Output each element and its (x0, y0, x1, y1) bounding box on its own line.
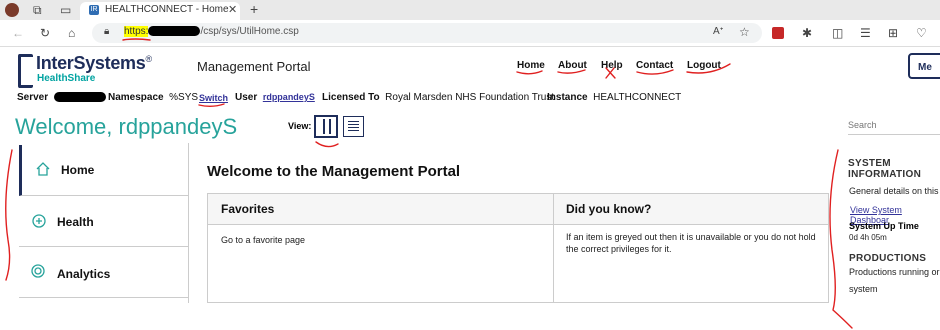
switch-link-wrap: Switch (199, 93, 228, 104)
extension-icon[interactable] (772, 27, 784, 39)
nav-help[interactable]: Help (601, 60, 623, 71)
search-input[interactable]: Search (848, 120, 940, 135)
productions-desc-2: system (849, 284, 878, 294)
analytics-icon (31, 264, 45, 278)
user-label: User (235, 92, 258, 103)
panel-divider (553, 194, 554, 303)
favorites-header: Favorites (221, 202, 275, 216)
view-columns-button[interactable] (314, 115, 338, 138)
home-icon (36, 162, 50, 176)
namespace-value: %SYS (169, 92, 199, 103)
url-scheme: https: (124, 26, 149, 37)
nav-contact[interactable]: Contact (636, 60, 673, 71)
tab-title: HEALTHCONNECT - Home (105, 4, 229, 15)
columns-icon-bar (329, 119, 331, 134)
leftnav-label-analytics: Analytics (57, 267, 111, 281)
collections-icon[interactable]: ⊞ (888, 26, 898, 40)
nav-about[interactable]: About (558, 60, 587, 71)
nav-logout[interactable]: Logout (687, 60, 721, 71)
switch-namespace-link[interactable]: Switch (199, 93, 228, 103)
back-icon[interactable]: ← (12, 26, 24, 40)
favorites-text: Go to a favorite page (221, 235, 306, 245)
home-icon[interactable]: ⌂ (68, 26, 75, 40)
view-label: View: (288, 121, 312, 131)
list-icon (348, 121, 359, 122)
columns-icon (323, 119, 325, 134)
workspaces-icon[interactable]: ⧉ (33, 3, 42, 18)
intersystems-logo-mark (18, 54, 33, 88)
main-title: Welcome to the Management Portal (207, 163, 461, 180)
close-tab-icon[interactable]: ✕ (228, 3, 237, 16)
license-info: Licensed To Royal Marsden NHS Foundation… (322, 92, 554, 103)
redacted-host (148, 26, 201, 37)
puzzle-icon[interactable]: ✱ (802, 26, 812, 40)
namespace-info: Namespace %SYS (108, 92, 198, 103)
new-tab-icon[interactable]: + (250, 1, 258, 17)
leftnav-item-home[interactable]: Home (19, 145, 188, 196)
instance-value: HEALTHCONNECT (593, 92, 682, 103)
instance-label: Instance (547, 92, 588, 103)
logo-trademark: ® (145, 54, 152, 64)
menu-button[interactable]: Me (908, 53, 940, 79)
system-info-title-1: SYSTEM (848, 158, 891, 169)
url-path: /csp/sys/UtilHome.csp (200, 26, 299, 37)
healthshare-logo-text: HealthShare (37, 73, 96, 84)
nav-home[interactable]: Home (517, 60, 545, 71)
lock-icon: 🔒︎ (104, 26, 110, 37)
uptime-value: 0d 4h 05m (849, 233, 887, 242)
portal-title: Management Portal (197, 59, 311, 74)
productions-title: PRODUCTIONS (849, 253, 927, 264)
view-list-button[interactable] (343, 116, 364, 137)
redacted-server (53, 92, 106, 103)
licensed-value: Royal Marsden NHS Foundation Trust (385, 92, 555, 103)
browser-essentials-icon[interactable]: ♡ (916, 26, 927, 40)
server-label: Server (17, 92, 49, 103)
panel-header (208, 194, 828, 225)
logo-text: InterSystems (36, 53, 146, 73)
leftnav-label-home: Home (61, 163, 95, 177)
licensed-label: Licensed To (322, 92, 380, 103)
leftnav-label-health: Health (57, 215, 94, 229)
instance-info: Instance HEALTHCONNECT (547, 92, 681, 103)
split-screen-icon[interactable]: ◫ (832, 26, 843, 40)
uptime-label: System Up Time (849, 221, 919, 231)
read-aloud-icon[interactable]: Aᐩ (713, 26, 724, 37)
user-info: User rdppandeyS (235, 92, 315, 103)
server-info: Server (17, 92, 106, 103)
namespace-label: Namespace (108, 92, 164, 103)
user-link[interactable]: rdppandeyS (263, 92, 315, 102)
system-info-desc: General details on this (849, 186, 939, 196)
favorites-icon[interactable]: ☰ (860, 26, 871, 40)
leftnav-item-analytics[interactable]: Analytics (19, 247, 188, 298)
system-info-panel: SYSTEM INFORMATION (848, 158, 921, 180)
welcome-heading: Welcome, rdppandeyS (15, 114, 238, 139)
profile-avatar[interactable] (5, 3, 19, 17)
system-info-title-2: INFORMATION (848, 169, 922, 180)
productions-desc-1: Productions running or (849, 267, 940, 277)
tab-actions-icon[interactable]: ▭ (60, 3, 71, 17)
refresh-icon[interactable]: ↻ (40, 26, 50, 40)
leftnav-item-health[interactable]: Health (19, 196, 188, 247)
intersystems-logo: InterSystems® (36, 53, 152, 74)
health-icon (32, 214, 46, 228)
did-you-know-header: Did you know? (566, 202, 652, 216)
did-you-know-text: If an item is greyed out then it is unav… (566, 232, 816, 254)
favorite-star-icon[interactable]: ☆ (739, 25, 750, 39)
tab-favicon: IR (89, 5, 99, 15)
url-text[interactable]: https: /csp/sys/UtilHome.csp (124, 26, 299, 37)
